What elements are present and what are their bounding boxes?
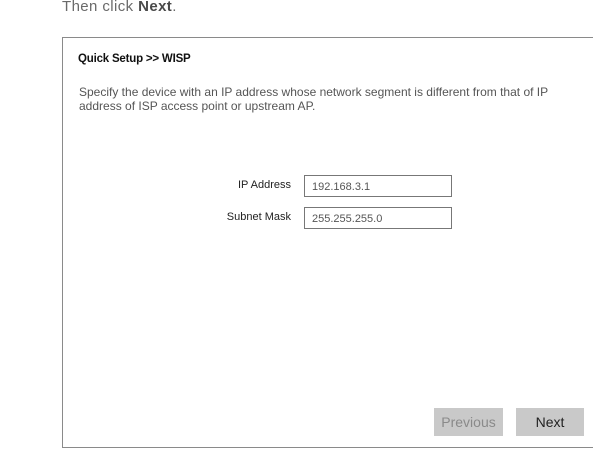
panel-description: Specify the device with an IP address wh… (79, 85, 548, 113)
previous-button[interactable]: Previous (434, 408, 503, 436)
instruction-text: Then click Next. (62, 0, 177, 15)
instruction-suffix: . (172, 0, 177, 15)
subnet-mask-label: Subnet Mask (226, 211, 291, 223)
panel-header: Quick Setup >> WISP (78, 53, 593, 69)
instruction-prefix: Then click (62, 0, 139, 15)
panel-title: Quick Setup >> WISP (78, 53, 193, 65)
instruction-emphasis: Next (138, 0, 173, 15)
ip-address-label: IP Address (238, 179, 291, 191)
ip-address-row: IP Address (63, 175, 593, 197)
quick-setup-panel: Quick Setup >> WISP Specify the device w… (62, 37, 593, 448)
next-button[interactable]: Next (516, 408, 584, 436)
page-root: Then click Next. Quick Setup >> WISP Spe… (0, 0, 593, 451)
subnet-mask-row: Subnet Mask (63, 207, 593, 229)
ip-address-input[interactable] (304, 175, 452, 197)
subnet-mask-input[interactable] (304, 207, 452, 229)
